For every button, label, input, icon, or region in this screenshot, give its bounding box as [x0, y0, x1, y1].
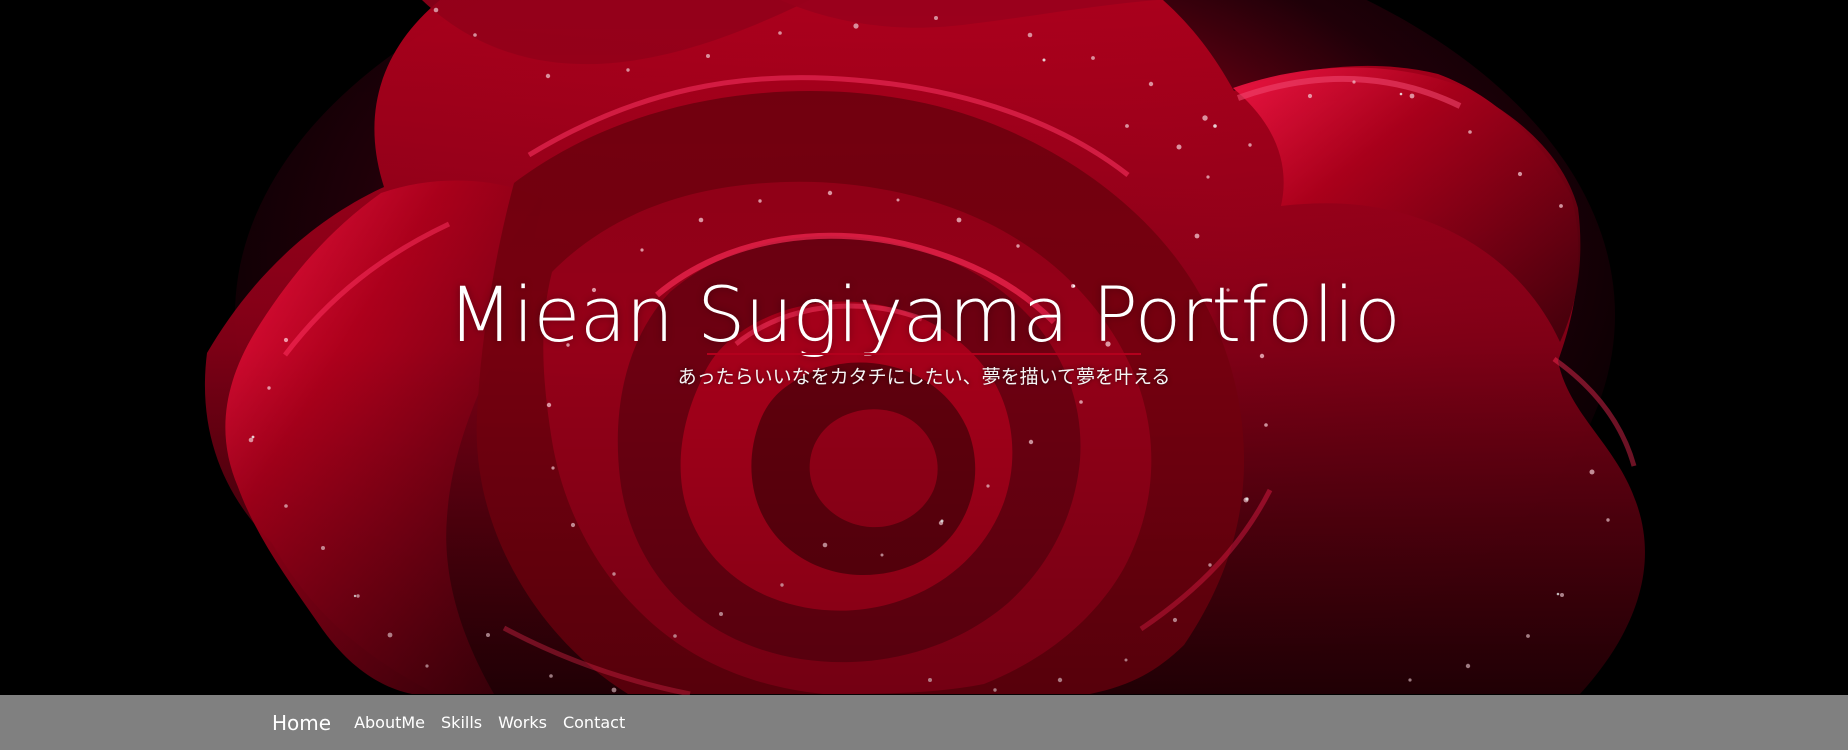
hero-subtitle: あったらいいなをカタチにしたい、夢を描いて夢を叶える	[677, 366, 1171, 388]
title-underline	[707, 353, 1141, 355]
nav-link-aboutme[interactable]: AboutMe	[354, 713, 425, 732]
nav-item-skills: Skills	[441, 713, 498, 732]
bottom-navigation-bar: Home AboutMe Skills Works Contact	[0, 695, 1848, 750]
nav-link-works[interactable]: Works	[498, 713, 547, 732]
hero-title: Miean Sugiyama Portfolio	[447, 270, 1401, 359]
nav-link-home[interactable]: Home	[272, 711, 331, 735]
portfolio-page: Miean Sugiyama Portfolio あったらいいなをカタチにしたい…	[0, 0, 1848, 750]
nav-link-skills[interactable]: Skills	[441, 713, 482, 732]
nav-item-aboutme: AboutMe	[354, 713, 441, 732]
navigation-menu: Home AboutMe Skills Works Contact	[272, 695, 641, 750]
hero-section: Miean Sugiyama Portfolio あったらいいなをカタチにしたい…	[0, 0, 1848, 695]
nav-item-home: Home	[272, 711, 354, 735]
nav-item-contact: Contact	[563, 713, 641, 732]
nav-link-contact[interactable]: Contact	[563, 713, 625, 732]
nav-item-works: Works	[498, 713, 563, 732]
